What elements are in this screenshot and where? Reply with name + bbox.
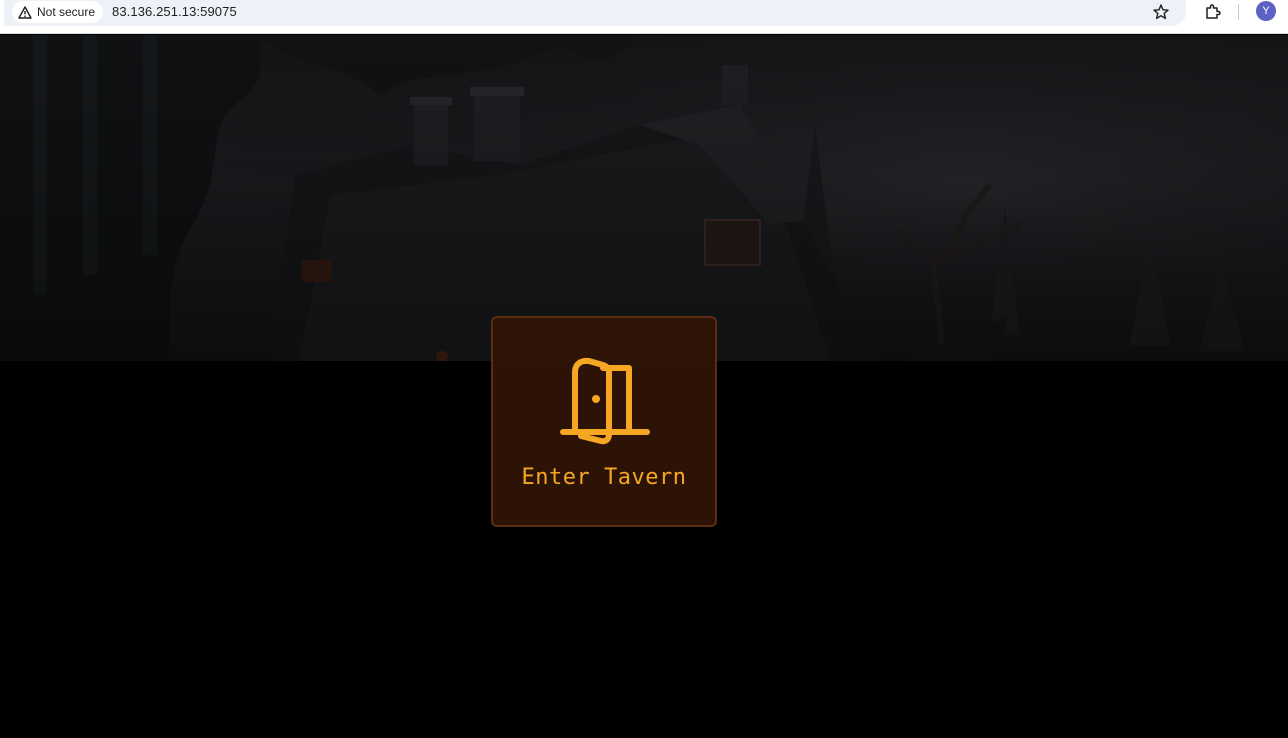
extensions-icon[interactable]	[1203, 2, 1223, 22]
toolbar-divider	[1238, 4, 1239, 20]
page-content: Enter Tavern	[0, 35, 1288, 738]
url-text[interactable]: 83.136.251.13:59075	[112, 4, 237, 19]
tavern-background-image	[0, 35, 1288, 361]
browser-toolbar: Not secure 83.136.251.13:59075 Y	[0, 0, 1288, 34]
warning-icon	[18, 5, 32, 19]
enter-tavern-button[interactable]: Enter Tavern	[491, 316, 717, 527]
security-indicator[interactable]: Not secure	[12, 1, 104, 23]
security-label: Not secure	[37, 5, 96, 19]
profile-avatar[interactable]: Y	[1256, 1, 1276, 21]
address-bar[interactable]: Not secure 83.136.251.13:59075	[4, 0, 1186, 26]
door-icon	[559, 356, 651, 446]
enter-tavern-label: Enter Tavern	[521, 465, 687, 490]
star-icon[interactable]	[1152, 3, 1170, 21]
